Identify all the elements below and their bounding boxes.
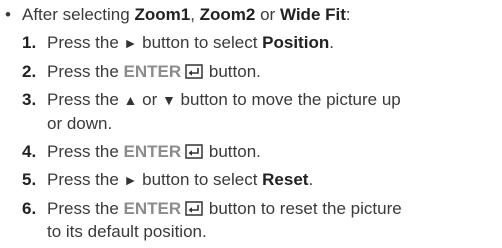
step-4: 4. Press the ENTER button. [0,140,502,163]
step-text: Press the [47,142,124,161]
intro-conjunction: or [255,5,280,24]
step-number: 5. [22,170,37,189]
down-arrow-icon: ▼ [161,92,176,108]
step-text: button to select [137,170,263,189]
enter-return-icon [185,201,203,216]
option-wide-fit: Wide Fit [279,5,346,24]
bullet-icon: • [5,5,11,24]
enter-return-icon [185,144,203,159]
step-number: 6. [22,199,37,218]
step-text: . [308,170,314,189]
step-1: 1. Press the ► button to select Position… [0,31,502,55]
step-number: 4. [22,142,37,161]
enter-label: ENTER [123,62,182,81]
option-zoom1: Zoom1 [134,5,191,24]
step-2: 2. Press the ENTER button. [0,60,502,83]
instruction-block: • After selecting Zoom1, Zoom2 or Wide F… [0,2,502,248]
right-arrow-icon: ► [123,35,138,51]
step-text: . [329,33,334,52]
enter-label: ENTER [123,142,182,161]
enter-label: ENTER [123,199,182,218]
step-text: Press the [47,199,124,218]
option-position: Position [262,33,330,52]
step-text: Press the [47,33,124,52]
step-6: 6. Press the ENTER button to reset the p… [0,197,502,243]
intro-line: • After selecting Zoom1, Zoom2 or Wide F… [0,2,502,31]
step-text: Press the [47,62,124,81]
step-number: 3. [22,90,37,109]
step-number: 2. [22,62,37,81]
step-5: 5. Press the ► button to select Reset. [0,168,502,192]
step-text: Press the [47,90,124,109]
step-text: button. [204,62,261,81]
option-zoom2: Zoom2 [199,5,256,24]
step-text: button. [204,142,261,161]
step-text: to its default position. [47,222,207,241]
up-arrow-icon: ▲ [123,92,138,108]
step-text: button to select [137,33,263,52]
step-3: 3. Press the ▲ or ▼ button to move the p… [0,88,502,135]
enter-return-icon [185,64,203,79]
step-text: button to reset the picture [204,199,402,218]
step-text: Press the [47,170,124,189]
step-text: or [137,90,162,109]
steps-list: 1. Press the ► button to select Position… [0,31,502,243]
option-reset: Reset [262,170,309,189]
intro-suffix: : [345,5,351,24]
intro-separator: , [190,5,200,24]
step-text: or down. [47,114,113,133]
intro-prefix: After selecting [22,5,135,24]
step-text: button to move the picture up [175,90,401,109]
step-number: 1. [22,33,37,52]
right-arrow-icon: ► [123,172,138,188]
